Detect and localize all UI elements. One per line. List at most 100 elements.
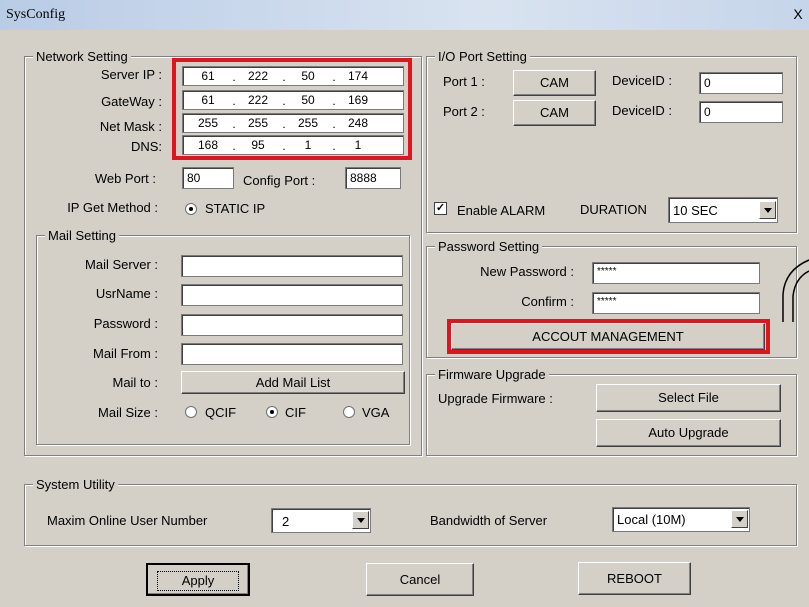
vga-radio[interactable] bbox=[343, 406, 355, 418]
netmask-label: Net Mask : bbox=[99, 119, 162, 134]
upgrade-firmware-label: Upgrade Firmware : bbox=[438, 391, 553, 406]
duration-select[interactable]: 10 SEC bbox=[668, 197, 778, 223]
chevron-down-icon[interactable] bbox=[352, 511, 369, 529]
ip-octet: 222 bbox=[247, 93, 269, 107]
add-mail-list-button[interactable]: Add Mail List bbox=[181, 371, 405, 394]
ip-dot: . bbox=[232, 94, 236, 108]
web-port-label: Web Port : bbox=[94, 171, 156, 186]
ip-octet: 255 bbox=[297, 116, 319, 130]
chevron-down-icon[interactable] bbox=[731, 510, 748, 528]
max-users-label: Maxim Online User Number bbox=[47, 513, 208, 528]
ip-octet: 61 bbox=[201, 93, 215, 107]
cif-label: CIF bbox=[285, 405, 306, 420]
web-port-input[interactable]: 80 bbox=[182, 167, 234, 189]
new-password-label: New Password : bbox=[480, 264, 574, 279]
enable-alarm-checkbox[interactable]: ✓ bbox=[434, 202, 447, 215]
ip-octet: 50 bbox=[301, 93, 315, 107]
reboot-button[interactable]: REBOOT bbox=[578, 562, 691, 595]
port1-deviceid-input[interactable]: 0 bbox=[699, 72, 783, 94]
gateway-input[interactable]: 61 . 222 . 50 . 169 bbox=[182, 90, 404, 110]
mail-server-label: Mail Server : bbox=[85, 257, 158, 272]
firmware-upgrade-legend: Firmware Upgrade bbox=[435, 367, 549, 382]
auto-upgrade-button[interactable]: Auto Upgrade bbox=[596, 419, 781, 447]
password-label: Password : bbox=[93, 316, 158, 331]
duration-value: 10 SEC bbox=[673, 203, 718, 218]
mail-setting-legend: Mail Setting bbox=[45, 228, 119, 243]
network-setting-legend: Network Setting bbox=[33, 49, 131, 64]
mail-to-label: Mail to : bbox=[112, 375, 158, 390]
ip-dot: . bbox=[282, 139, 286, 153]
bandwidth-label: Bandwidth of Server bbox=[430, 513, 548, 528]
ip-octet: 169 bbox=[347, 93, 369, 107]
mail-from-label: Mail From : bbox=[93, 346, 158, 361]
ip-dot: . bbox=[232, 139, 236, 153]
max-users-value: 2 bbox=[282, 514, 290, 529]
ip-octet: 1 bbox=[354, 138, 362, 152]
dns-input[interactable]: 168 . 95 . 1 . 1 bbox=[182, 135, 404, 155]
ip-octet: 1 bbox=[304, 138, 312, 152]
ip-octet: 255 bbox=[247, 116, 269, 130]
mail-size-label: Mail Size : bbox=[98, 405, 158, 420]
max-users-select[interactable]: 2 bbox=[271, 508, 371, 533]
arc-annotation-icon bbox=[782, 259, 809, 322]
ip-dot: . bbox=[282, 117, 286, 131]
bandwidth-select[interactable]: Local (10M) bbox=[612, 507, 750, 532]
ip-octet: 174 bbox=[347, 69, 369, 83]
ip-octet: 95 bbox=[251, 138, 265, 152]
cancel-button[interactable]: Cancel bbox=[366, 563, 474, 596]
ip-octet: 222 bbox=[247, 69, 269, 83]
port1-cam-button[interactable]: CAM bbox=[513, 70, 596, 96]
window-title: SysConfig bbox=[6, 7, 66, 22]
port2-deviceid-label: DeviceID : bbox=[612, 103, 672, 118]
title-bar[interactable]: SysConfig X bbox=[0, 0, 809, 30]
cif-radio[interactable] bbox=[266, 406, 278, 418]
static-ip-radio[interactable] bbox=[185, 203, 197, 215]
server-ip-input[interactable]: 61 . 222 . 50 . 174 bbox=[182, 66, 404, 86]
qcif-label: QCIF bbox=[205, 405, 237, 420]
select-file-button[interactable]: Select File bbox=[596, 384, 781, 412]
ip-dot: . bbox=[332, 70, 336, 84]
bandwidth-value: Local (10M) bbox=[617, 512, 686, 527]
config-port-input[interactable]: 8888 bbox=[345, 167, 401, 189]
apply-button[interactable]: Apply bbox=[146, 563, 250, 596]
enable-alarm-label: Enable ALARM bbox=[457, 203, 546, 218]
chevron-down-icon[interactable] bbox=[759, 201, 776, 219]
password-setting-legend: Password Setting bbox=[435, 239, 543, 254]
ip-octet: 255 bbox=[197, 116, 219, 130]
account-management-button[interactable]: ACCOUT MANAGEMENT bbox=[451, 323, 765, 350]
port2-label: Port 2 : bbox=[443, 104, 485, 119]
port2-deviceid-input[interactable]: 0 bbox=[699, 101, 783, 123]
new-password-input[interactable]: ***** bbox=[592, 262, 760, 284]
ip-octet: 61 bbox=[201, 69, 215, 83]
mail-from-input[interactable] bbox=[181, 343, 403, 365]
ip-dot: . bbox=[332, 117, 336, 131]
netmask-input[interactable]: 255 . 255 . 255 . 248 bbox=[182, 113, 404, 133]
ip-octet: 168 bbox=[197, 138, 219, 152]
ip-dot: . bbox=[232, 70, 236, 84]
server-ip-label: Server IP : bbox=[100, 67, 162, 82]
ip-dot: . bbox=[332, 139, 336, 153]
mail-password-input[interactable] bbox=[181, 314, 403, 336]
confirm-password-label: Confirm : bbox=[521, 294, 574, 309]
config-port-label: Config Port : bbox=[243, 173, 316, 188]
confirm-password-input[interactable]: ***** bbox=[592, 292, 760, 314]
port1-label: Port 1 : bbox=[443, 74, 485, 89]
username-input[interactable] bbox=[181, 284, 403, 306]
close-icon[interactable]: X bbox=[791, 7, 805, 21]
ip-dot: . bbox=[282, 94, 286, 108]
port2-cam-button[interactable]: CAM bbox=[513, 100, 596, 126]
dns-label: DNS: bbox=[130, 139, 162, 154]
mail-server-input[interactable] bbox=[181, 255, 403, 277]
ip-dot: . bbox=[332, 94, 336, 108]
duration-label: DURATION bbox=[580, 202, 647, 217]
ip-octet: 248 bbox=[347, 116, 369, 130]
vga-label: VGA bbox=[362, 405, 390, 420]
port1-deviceid-label: DeviceID : bbox=[612, 73, 672, 88]
ip-octet: 50 bbox=[301, 69, 315, 83]
gateway-label: GateWay : bbox=[101, 94, 162, 109]
ip-dot: . bbox=[232, 117, 236, 131]
qcif-radio[interactable] bbox=[185, 406, 197, 418]
sysconfig-dialog: SysConfig X Network Setting Server IP : … bbox=[0, 0, 809, 607]
ip-method-label: IP Get Method : bbox=[67, 200, 158, 215]
static-ip-label: STATIC IP bbox=[205, 201, 266, 216]
